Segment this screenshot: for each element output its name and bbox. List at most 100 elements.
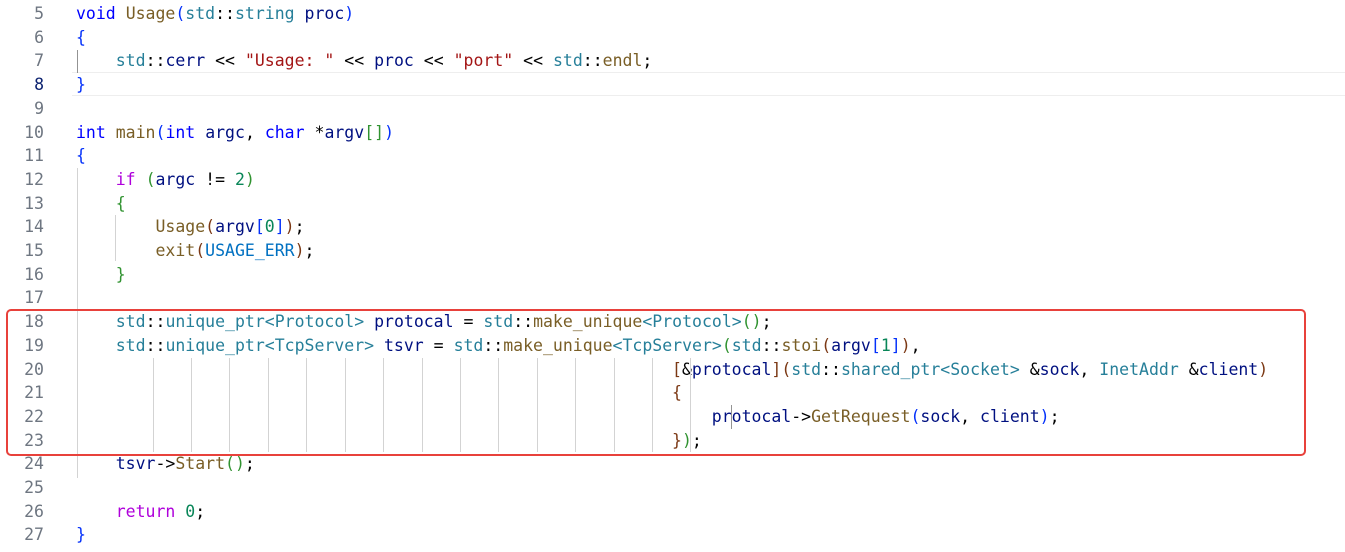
code-text[interactable]: { xyxy=(76,144,86,168)
annotation-highlight-box xyxy=(6,309,1306,456)
code-text[interactable]: std::cerr << "Usage: " << proc << "port"… xyxy=(76,49,653,73)
code-token: ( xyxy=(205,217,216,237)
code-line[interactable]: 27} xyxy=(0,523,1345,547)
code-token: :: xyxy=(582,51,603,71)
code-token: [ xyxy=(254,217,265,237)
indent-guide xyxy=(115,215,116,261)
code-token: Start xyxy=(175,454,226,474)
code-line[interactable]: 6{ xyxy=(0,26,1345,50)
line-number: 17 xyxy=(24,288,44,308)
code-text[interactable]: { xyxy=(76,26,86,50)
code-token: "Usage: " xyxy=(244,51,335,71)
code-text[interactable]: return 0; xyxy=(76,500,205,524)
code-token: ) xyxy=(294,241,305,260)
code-token: argc xyxy=(205,122,245,142)
code-token: 0 xyxy=(264,217,275,237)
line-number: 10 xyxy=(24,122,44,142)
code-token: USAGE_ERR xyxy=(205,241,295,260)
code-token: ) xyxy=(384,122,394,142)
line-number: 16 xyxy=(24,264,44,284)
code-token: argc xyxy=(155,169,196,189)
code-text[interactable]: { xyxy=(76,192,126,216)
code-token: ] xyxy=(274,217,285,237)
code-line[interactable]: 26 return 0; xyxy=(0,500,1345,524)
line-number: 26 xyxy=(24,501,44,521)
code-text[interactable]: if (argc != 2) xyxy=(76,168,255,192)
line-number: 11 xyxy=(24,146,44,166)
code-text[interactable]: void Usage(std::string proc) xyxy=(76,2,354,26)
code-line[interactable]: 16 } xyxy=(0,263,1345,287)
code-text[interactable]: exit(USAGE_ERR); xyxy=(76,239,314,263)
code-line[interactable]: 9 xyxy=(0,97,1345,121)
code-token: ; xyxy=(195,501,206,521)
line-number: 25 xyxy=(24,478,44,497)
line-number: 15 xyxy=(24,241,44,260)
code-token: { xyxy=(115,193,126,213)
code-token: << xyxy=(334,51,375,71)
code-token: void xyxy=(76,4,116,23)
code-line[interactable]: 5 void Usage(std::string proc) xyxy=(0,2,1345,26)
line-number: 14 xyxy=(24,217,44,237)
code-token: proc xyxy=(304,4,345,23)
code-token: } xyxy=(76,75,86,95)
code-token: char xyxy=(264,122,305,142)
code-token: { xyxy=(76,27,86,47)
code-line[interactable]: 11 { xyxy=(0,144,1345,168)
line-number: 5 xyxy=(34,4,44,23)
code-text[interactable]: } xyxy=(76,263,126,287)
code-token: ( xyxy=(175,4,186,23)
code-token: * xyxy=(304,122,325,142)
code-text[interactable]: Usage(argv[0]); xyxy=(76,215,304,239)
code-token: ( xyxy=(195,241,206,260)
code-token: ( xyxy=(155,122,166,142)
code-token: int xyxy=(165,122,196,142)
code-token: string xyxy=(234,4,295,23)
code-text[interactable]: } xyxy=(76,523,86,547)
code-text[interactable]: } xyxy=(76,73,86,97)
code-line[interactable]: 15 exit(USAGE_ERR); xyxy=(0,239,1345,263)
code-token: proc xyxy=(374,51,414,71)
code-token: Usage xyxy=(125,4,176,23)
line-number: 12 xyxy=(24,169,44,189)
code-token: << xyxy=(513,51,553,71)
code-token: << xyxy=(413,51,454,71)
code-token: std xyxy=(552,51,583,71)
code-line[interactable]: 10 int main(int argc, char *argv[]) xyxy=(0,121,1345,145)
code-line[interactable]: 17 xyxy=(0,286,1345,310)
code-line[interactable]: 14 Usage(argv[0]); xyxy=(0,215,1345,239)
code-text[interactable]: int main(int argc, char *argv[]) xyxy=(76,121,394,145)
code-token: << xyxy=(205,51,245,71)
code-token: :: xyxy=(215,4,235,23)
code-line[interactable]: 12 if (argc != 2) xyxy=(0,168,1345,192)
code-token: { xyxy=(76,146,86,166)
code-token: , xyxy=(244,122,265,142)
code-token: -> xyxy=(155,454,176,474)
code-token: std xyxy=(115,51,146,71)
line-number: 13 xyxy=(24,193,44,213)
code-token: [] xyxy=(364,122,385,142)
code-token: 0 xyxy=(185,501,196,521)
code-line[interactable]: 7 std::cerr << "Usage: " << proc << "por… xyxy=(0,49,1345,73)
code-token: 2 xyxy=(235,169,245,189)
indent-guide xyxy=(77,50,78,73)
code-token: ; xyxy=(304,241,315,260)
code-line[interactable]: 13 { xyxy=(0,192,1345,216)
line-number: 8 xyxy=(34,75,44,95)
code-line[interactable]: 8} xyxy=(0,73,1345,97)
code-token: argv xyxy=(215,217,255,237)
code-line[interactable]: 25 xyxy=(0,476,1345,500)
line-number: 7 xyxy=(34,51,44,71)
code-token: ) xyxy=(284,217,295,237)
code-editor[interactable]: 5 void Usage(std::string proc) 6{7 std::ce… xyxy=(0,0,1345,552)
code-token: int xyxy=(76,122,106,142)
